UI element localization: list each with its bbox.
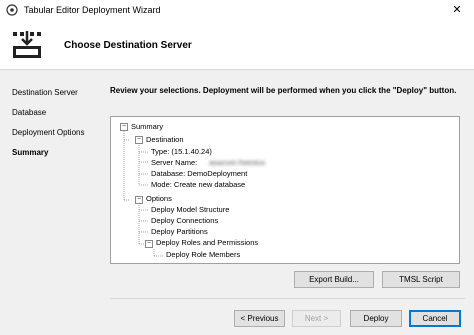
- tree-node-deploy-role-members[interactable]: Deploy Role Members: [166, 250, 240, 259]
- deploy-icon: [13, 31, 41, 58]
- tree-node-options[interactable]: Options: [146, 194, 172, 203]
- previous-button[interactable]: < Previous: [234, 310, 285, 327]
- step-summary: Summary: [12, 148, 49, 157]
- server-name-value: asazure://westus: [209, 158, 266, 167]
- collapse-roles-icon[interactable]: −: [145, 240, 153, 248]
- export-build-button[interactable]: Export Build...: [294, 271, 374, 288]
- step-deployment-options: Deployment Options: [12, 128, 85, 137]
- footer-separator: [110, 298, 465, 299]
- page-title: Choose Destination Server: [64, 40, 192, 51]
- deploy-button[interactable]: Deploy: [350, 310, 402, 327]
- tree-node-database[interactable]: Database: DemoDeployment: [151, 169, 247, 178]
- collapse-options-icon[interactable]: −: [135, 196, 143, 204]
- wizard-header: Choose Destination Server: [0, 20, 474, 70]
- window-title: Tabular Editor Deployment Wizard: [24, 5, 161, 15]
- close-icon[interactable]: ✕: [440, 0, 474, 20]
- tree-node-deploy-model-structure[interactable]: Deploy Model Structure: [151, 205, 229, 214]
- tree-node-destination[interactable]: Destination: [146, 135, 184, 144]
- tree-node-deploy-connections[interactable]: Deploy Connections: [151, 216, 218, 225]
- title-bar: Tabular Editor Deployment Wizard ✕: [0, 0, 474, 20]
- next-button[interactable]: Next >: [292, 310, 341, 327]
- tree-node-mode[interactable]: Mode: Create new database: [151, 180, 245, 189]
- tmsl-script-button[interactable]: TMSL Script: [382, 271, 460, 288]
- app-icon: [6, 4, 18, 16]
- step-database: Database: [12, 108, 47, 117]
- collapse-summary-icon[interactable]: −: [120, 123, 128, 131]
- tree-node-summary[interactable]: Summary: [131, 122, 163, 131]
- cancel-button[interactable]: Cancel: [409, 310, 461, 327]
- tree-node-deploy-partitions[interactable]: Deploy Partitions: [151, 227, 208, 236]
- tree-node-deploy-roles-permissions[interactable]: Deploy Roles and Permissions: [156, 238, 258, 247]
- step-destination-server: Destination Server: [12, 88, 78, 97]
- instructions-text: Review your selections. Deployment will …: [110, 86, 457, 95]
- summary-tree[interactable]: − Summary − Destination Type: (15.1.40.2…: [110, 116, 460, 264]
- tree-node-server-name[interactable]: Server Name:: [151, 158, 197, 167]
- collapse-destination-icon[interactable]: −: [135, 136, 143, 144]
- tree-node-type[interactable]: Type: (15.1.40.24): [151, 147, 212, 156]
